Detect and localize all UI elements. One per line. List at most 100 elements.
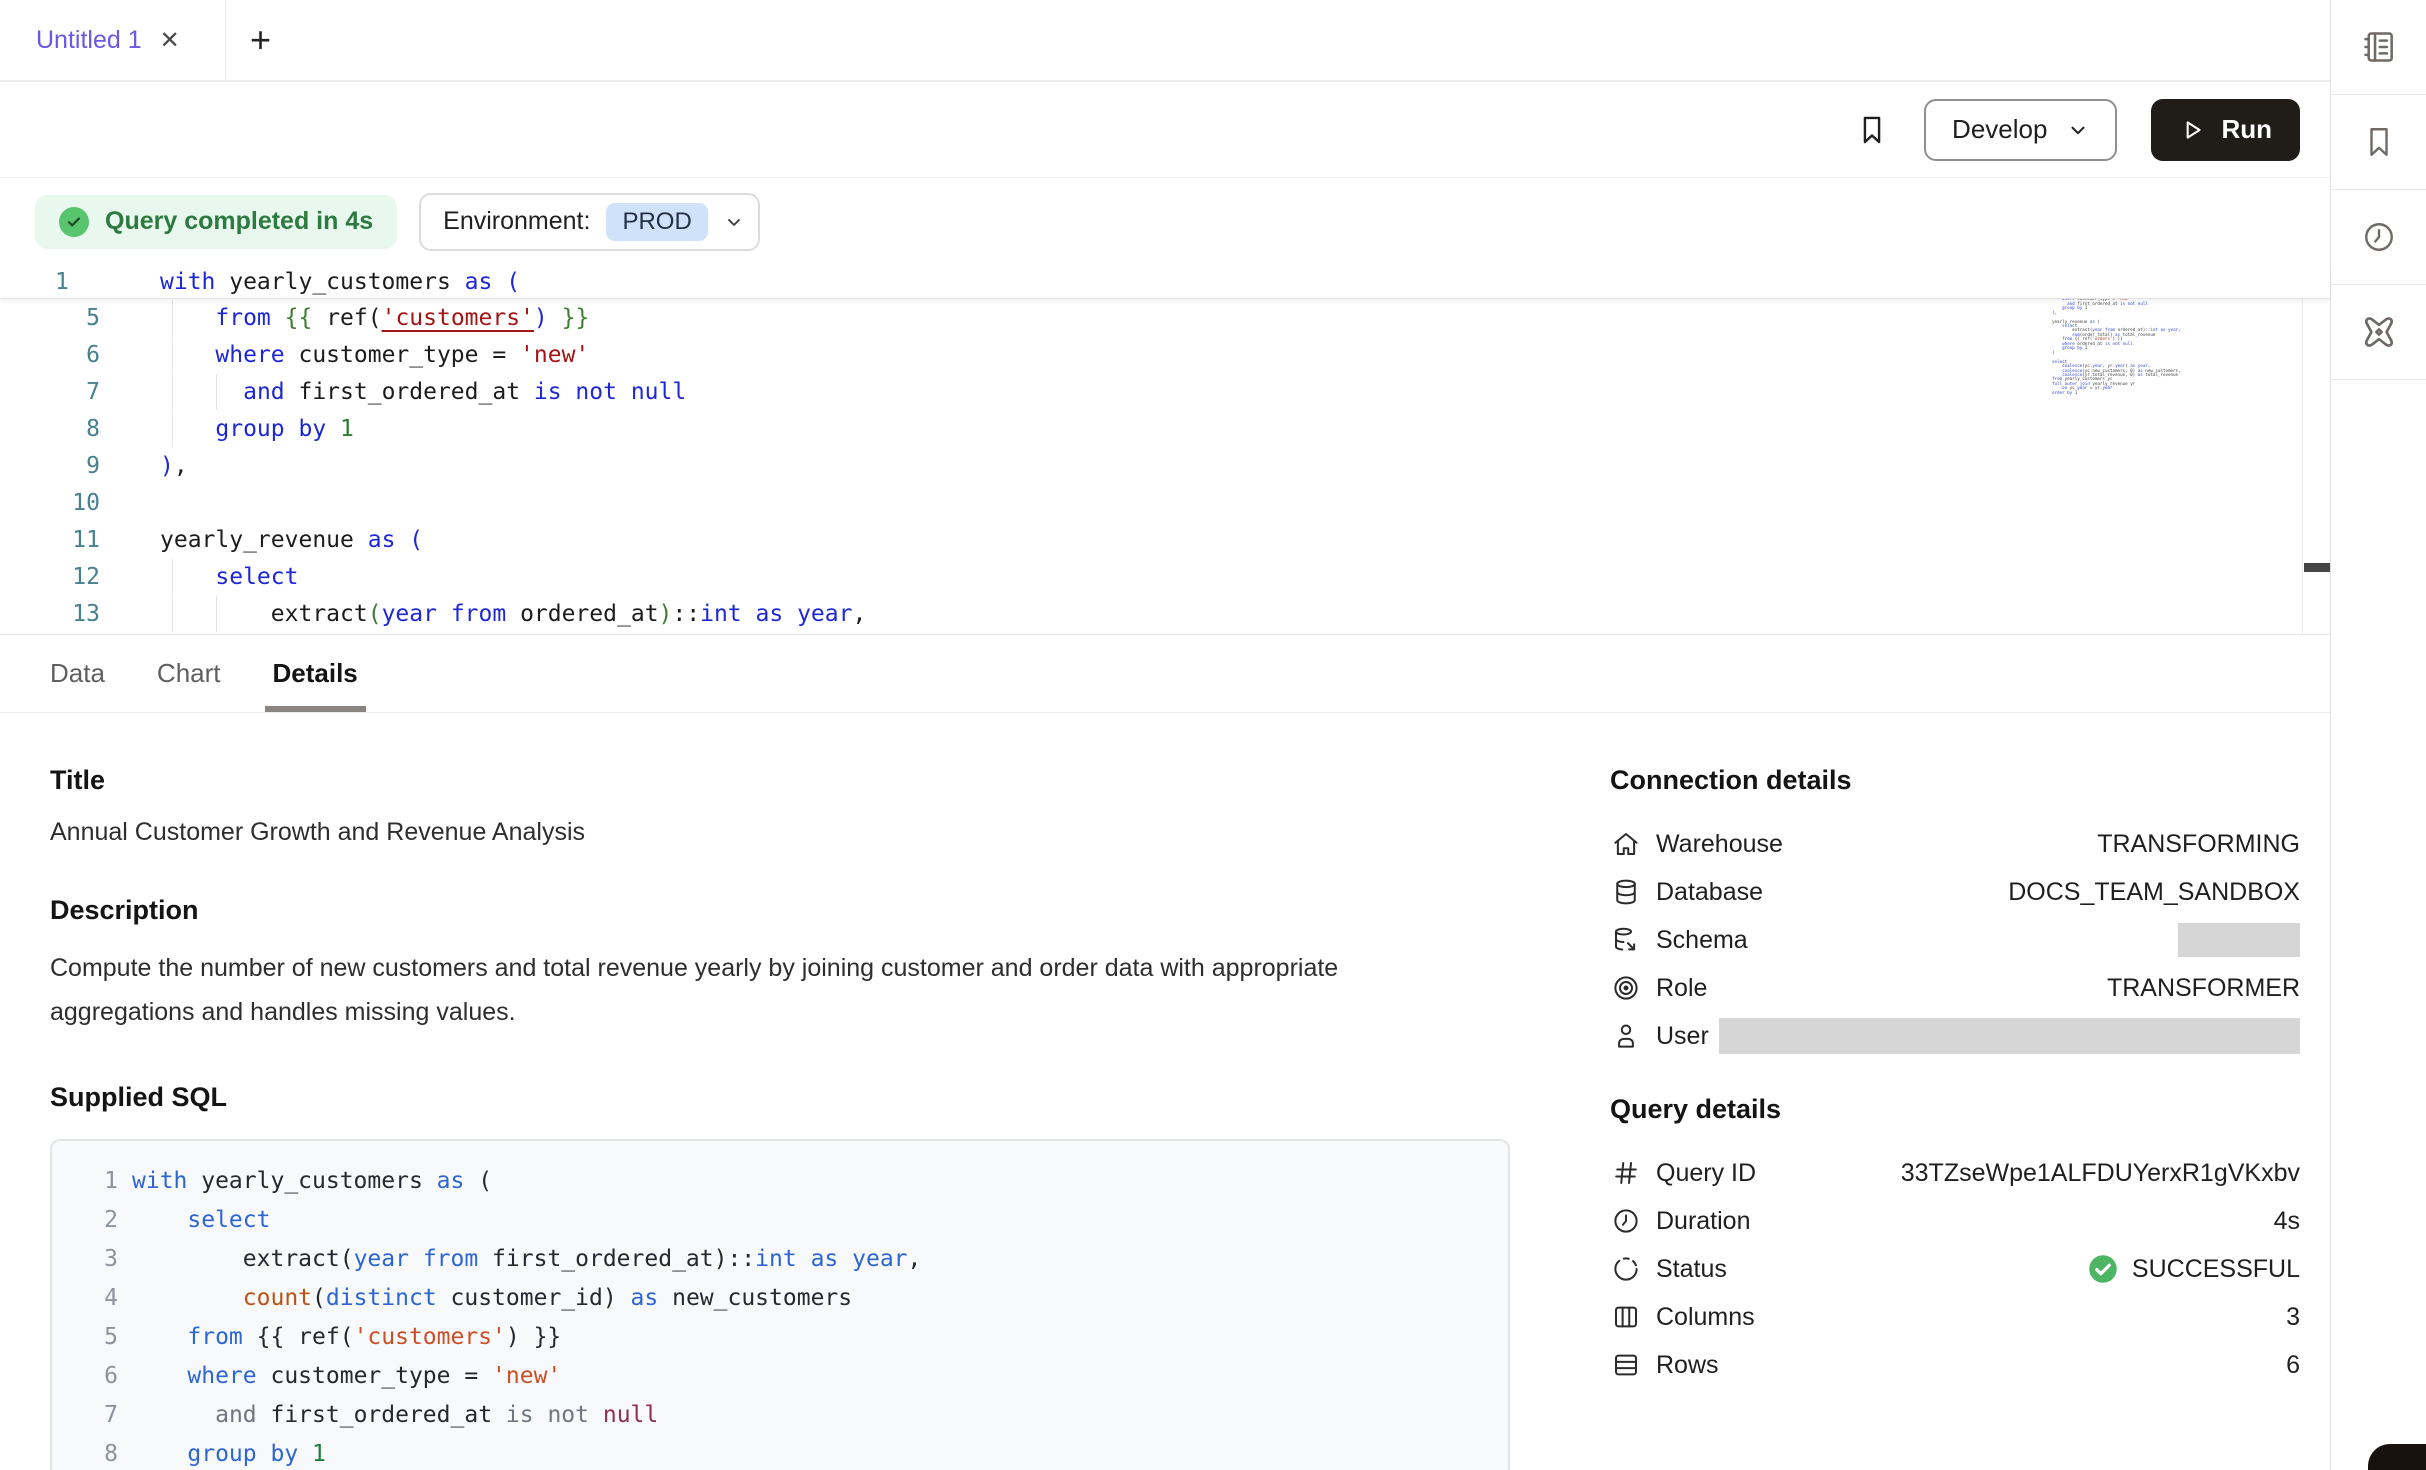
- toolbar: Develop Run: [0, 82, 2330, 178]
- line-number: 12: [0, 564, 100, 590]
- line-number: 2: [68, 1207, 118, 1233]
- detail-label: Database: [1656, 878, 1763, 907]
- environment-badge: PROD: [606, 203, 707, 241]
- code-line: 3 extract(year from first_ordered_at)::i…: [68, 1239, 1508, 1278]
- tab-title: Untitled 1: [36, 26, 142, 55]
- results-tab-bar: Data Chart Details: [0, 635, 2330, 713]
- line-number: 5: [0, 305, 100, 331]
- indent-guide: [172, 337, 173, 373]
- schema-icon: [1610, 924, 1642, 956]
- bookmark-button[interactable]: [1854, 112, 1890, 148]
- tab-close-icon[interactable]: ✕: [160, 26, 180, 55]
- add-tab-button[interactable]: +: [250, 22, 271, 58]
- code-line: 13 extract(year from ordered_at)::int as…: [0, 595, 2330, 632]
- code-line: 5 from {{ ref('customers') }}: [0, 299, 2330, 336]
- hash-icon: [1610, 1157, 1642, 1189]
- details-right-column: Connection details WarehouseTRANSFORMING…: [1610, 765, 2300, 1389]
- tab-untitled-1[interactable]: Untitled 1 ✕: [0, 0, 226, 80]
- code-line: 4 count(distinct customer_id) as new_cus…: [68, 1278, 1508, 1317]
- user-icon: [1610, 1020, 1642, 1052]
- environment-label: Environment:: [443, 207, 590, 236]
- code-line: 12 select: [0, 558, 2330, 595]
- success-check-icon: [59, 207, 89, 237]
- detail-label: Query ID: [1656, 1159, 1756, 1188]
- indent-guide: [172, 596, 173, 632]
- editor-scrollbar-thumb[interactable]: [2304, 563, 2330, 572]
- detail-value: [2178, 923, 2300, 957]
- status-success-icon: [2088, 1254, 2118, 1284]
- code-line: 9),: [0, 447, 2330, 484]
- detail-row: User: [1610, 1012, 2300, 1060]
- code-line: 2 select: [68, 1200, 1508, 1239]
- sidebar-button-dbt-logo[interactable]: [2331, 285, 2426, 380]
- spinner-icon: [1610, 1253, 1642, 1285]
- status-row: Query completed in 4s Environment: PROD: [0, 178, 2330, 265]
- detail-value: 6: [2286, 1351, 2300, 1380]
- right-sidebar: [2330, 0, 2426, 1470]
- detail-value: 3: [2286, 1303, 2300, 1332]
- redacted-value: [1719, 1018, 2300, 1054]
- detail-value: TRANSFORMING: [2097, 830, 2300, 859]
- role-icon: [1610, 972, 1642, 1004]
- detail-row: StatusSUCCESSFUL: [1610, 1245, 2300, 1293]
- bookmark-icon: [2361, 124, 2397, 160]
- details-panel: Title Annual Customer Growth and Revenue…: [0, 713, 2330, 1470]
- results-tab-chart[interactable]: Chart: [157, 635, 221, 712]
- sidebar-button-history-clock[interactable]: [2331, 190, 2426, 285]
- line-number: 6: [0, 342, 100, 368]
- detail-row: Query ID33TZseWpe1ALFDUYerxR1gVKxbv: [1610, 1149, 2300, 1197]
- supplied-sql-block: 1with yearly_customers as (2 select3 ext…: [50, 1139, 1510, 1470]
- code-line: 1with yearly_customers as (: [0, 265, 2330, 298]
- warehouse-icon: [1610, 828, 1642, 860]
- connection-details-rows: Warehouse TRANSFORMING DatabaseDOCS_TEAM_S…: [1610, 820, 2300, 1060]
- columns-icon: [1610, 1301, 1642, 1333]
- line-number: 3: [68, 1246, 118, 1272]
- bookmark-icon: [1855, 113, 1889, 147]
- detail-value: TRANSFORMER: [2107, 974, 2300, 1003]
- code-line: 7 and first_ordered_at is not null: [0, 373, 2330, 410]
- title-heading: Title: [50, 765, 1510, 796]
- chevron-down-icon: [2067, 119, 2089, 141]
- indent-guide: [172, 411, 173, 447]
- editor-lines: 5 from {{ ref('customers') }}6 where cus…: [0, 299, 2330, 632]
- develop-dropdown[interactable]: Develop: [1924, 99, 2117, 161]
- line-number: 8: [0, 416, 100, 442]
- run-button[interactable]: Run: [2151, 99, 2300, 161]
- code-line: 8 group by 1: [68, 1434, 1508, 1470]
- results-tab-data[interactable]: Data: [50, 635, 105, 712]
- indent-guide: [172, 374, 173, 410]
- sidebar-button-bookmark[interactable]: [2331, 95, 2426, 190]
- detail-label: Duration: [1656, 1207, 1751, 1236]
- notebook-icon: [2360, 28, 2398, 66]
- detail-label: Columns: [1656, 1303, 1755, 1332]
- description-heading: Description: [50, 895, 1510, 926]
- detail-label: Warehouse: [1656, 830, 1783, 859]
- sql-editor[interactable]: 1with yearly_customers as ( 5 from {{ re…: [0, 265, 2330, 635]
- line-number: 10: [0, 490, 100, 516]
- environment-selector[interactable]: Environment: PROD: [419, 193, 760, 251]
- details-left-column: Title Annual Customer Growth and Revenue…: [50, 765, 1510, 1470]
- detail-label: Rows: [1656, 1351, 1719, 1380]
- rows-icon: [1610, 1349, 1642, 1381]
- results-tab-details[interactable]: Details: [273, 635, 358, 712]
- help-widget-button[interactable]: [2368, 1444, 2426, 1470]
- detail-value: 4s: [2274, 1207, 2300, 1236]
- editor-scrollbar: [2302, 265, 2330, 634]
- indent-guide: [216, 374, 217, 410]
- code-line: 10: [0, 484, 2330, 521]
- description-value: Compute the number of new customers and …: [50, 946, 1440, 1034]
- indent-guide: [172, 559, 173, 595]
- database-icon: [1610, 876, 1642, 908]
- detail-label: User: [1656, 1022, 1709, 1051]
- code-line: 6 where customer_type = 'new': [0, 336, 2330, 373]
- detail-row: DatabaseDOCS_TEAM_SANDBOX: [1610, 868, 2300, 916]
- develop-label: Develop: [1952, 114, 2047, 145]
- sidebar-button-notebook[interactable]: [2331, 0, 2426, 95]
- line-number: 4: [68, 1285, 118, 1311]
- ide-app: Untitled 1 ✕ + Develop Run: [0, 0, 2426, 1470]
- detail-label: Status: [1656, 1255, 1727, 1284]
- dbt-logo-icon: [2360, 313, 2398, 351]
- line-number: 8: [68, 1441, 118, 1467]
- detail-row: Rows 6: [1610, 1341, 2300, 1389]
- supplied-sql-heading: Supplied SQL: [50, 1082, 1510, 1113]
